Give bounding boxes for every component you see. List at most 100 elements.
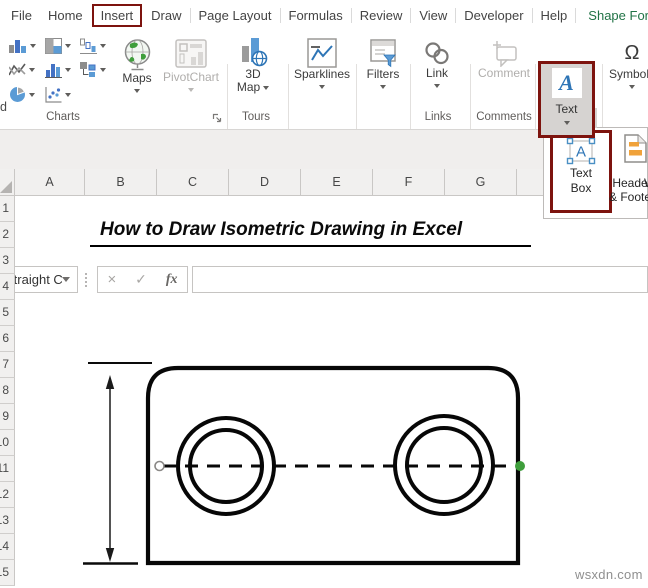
menu-bar: File Home Insert Draw Page Layout Formulas Rev… — [0, 0, 648, 30]
waterfall-chart-icon — [80, 38, 97, 54]
chevron-down-icon — [434, 84, 440, 88]
scatter-chart-icon — [45, 87, 62, 103]
text-box-a-glyph: A — [576, 144, 586, 161]
chevron-down-icon — [188, 88, 194, 92]
header-footer-label-line2[interactable]: & Footer — [606, 190, 648, 204]
pivotchart-label: PivotChart — [162, 70, 220, 84]
pivotchart-button[interactable]: PivotChart — [159, 38, 223, 92]
menu-separator — [575, 7, 577, 23]
watermark: wsxdn.com — [575, 567, 643, 582]
chevron-down-icon — [100, 68, 106, 72]
wordart-cropped-label[interactable]: W — [644, 176, 648, 190]
charts-group-label: Charts — [46, 111, 80, 123]
menu-tab-draw[interactable]: Draw — [143, 4, 189, 27]
chevron-down-icon — [65, 68, 71, 72]
links-group-label: Links — [424, 111, 452, 123]
column-header-C[interactable]: C — [157, 169, 229, 196]
menu-tab-file[interactable]: File — [3, 4, 40, 27]
link-icon — [425, 42, 449, 65]
chevron-down-icon — [134, 89, 140, 93]
pivotchart-icon — [175, 39, 207, 68]
menu-tab-page-layout[interactable]: Page Layout — [191, 4, 280, 27]
excel-window: File Home Insert Draw Page Layout Formulas Rev… — [0, 0, 648, 588]
text-button[interactable]: A Text — [538, 61, 595, 138]
insert-scatter-chart-button[interactable] — [45, 86, 71, 103]
line-chart-icon — [9, 63, 26, 76]
header-footer-icon[interactable] — [624, 134, 647, 163]
chevron-down-icon — [29, 68, 35, 72]
text-a-icon: A — [559, 70, 574, 95]
insert-hierarchy-chart-button[interactable] — [45, 38, 71, 54]
menu-tab-review[interactable]: Review — [352, 4, 411, 27]
pie-chart-icon — [10, 86, 26, 102]
text-icon-box: A — [551, 68, 582, 98]
comment-icon — [493, 41, 517, 67]
chevron-down-icon — [30, 44, 36, 48]
isometric-drawing — [83, 362, 525, 566]
text-box-label-line1: Text — [569, 166, 592, 180]
symbols-button[interactable]: Ω Symbols — [606, 38, 648, 89]
column-header-B[interactable]: B — [85, 169, 157, 196]
comment-label: Comment — [477, 66, 530, 80]
column-header-G[interactable]: G — [445, 169, 517, 196]
maps-button[interactable]: Maps — [114, 38, 160, 93]
menu-tab-formulas[interactable]: Formulas — [281, 4, 351, 27]
link-label: Link — [425, 66, 448, 80]
charts-dialog-launcher-icon[interactable] — [211, 112, 222, 123]
comment-button[interactable]: Comment — [476, 40, 532, 80]
chevron-down-icon — [629, 85, 635, 89]
symbols-label: Symbols — [608, 67, 648, 81]
symbols-icon-box: Ω — [617, 38, 647, 68]
3d-map-label-line2: Map — [236, 80, 261, 94]
insert-pie-chart-button[interactable] — [9, 86, 35, 103]
chevron-down-icon — [380, 85, 386, 89]
treemap-chart-icon — [45, 38, 62, 54]
chevron-down-icon — [65, 44, 71, 48]
insert-waterfall-chart-button[interactable] — [80, 38, 106, 54]
insert-line-chart-button[interactable] — [9, 62, 35, 78]
histogram-chart-icon — [45, 64, 62, 78]
line-end-handle-green[interactable] — [515, 461, 525, 471]
3d-map-button[interactable]: 3D Map — [231, 36, 275, 94]
column-chart-icon — [9, 40, 26, 53]
filters-button[interactable]: Filters — [360, 38, 406, 89]
insert-column-chart-button[interactable] — [9, 38, 36, 54]
link-button[interactable]: Link — [417, 40, 457, 88]
line-start-handle[interactable] — [154, 460, 165, 472]
sheet-title-text: How to Draw Isometric Drawing in Excel — [100, 219, 463, 240]
maps-label: Maps — [122, 71, 152, 85]
rounded-rectangle-shape[interactable] — [145, 365, 521, 566]
menu-tab-help[interactable]: Help — [533, 4, 576, 27]
sheet-title-block[interactable]: How to Draw Isometric Drawing in Excel — [90, 219, 531, 247]
menu-tab-developer[interactable]: Developer — [456, 4, 531, 27]
column-header-F[interactable]: F — [373, 169, 445, 196]
comments-group-label: Comments — [476, 111, 532, 123]
text-box-menu-item[interactable]: A Text Box — [550, 130, 612, 213]
arrowhead-up-icon — [105, 375, 115, 389]
tours-group-label: Tours — [241, 111, 271, 123]
column-header-E[interactable]: E — [301, 169, 373, 196]
text-dropdown-panel: A Text Box Header & Footer W — [543, 127, 648, 219]
chevron-down-icon — [319, 85, 325, 89]
chevron-down-icon — [263, 85, 270, 90]
menu-tab-home[interactable]: Home — [40, 4, 91, 27]
select-all-triangle-icon — [0, 181, 12, 193]
menu-tab-view[interactable]: View — [411, 4, 455, 27]
sparklines-button[interactable]: Sparklines — [292, 38, 352, 89]
chevron-down-icon — [100, 44, 106, 48]
menu-tab-shape-format[interactable]: Shape Format — [580, 4, 648, 27]
menu-tab-insert[interactable]: Insert — [91, 3, 143, 27]
text-label: Text — [555, 102, 578, 116]
arrowhead-down-icon — [105, 548, 115, 562]
chevron-down-icon — [65, 92, 71, 97]
column-header-D[interactable]: D — [229, 169, 301, 196]
column-header-A[interactable]: A — [15, 169, 85, 196]
select-all-corner[interactable] — [0, 169, 15, 196]
header-footer-label-line1[interactable]: Header — [608, 176, 648, 190]
insert-statistic-chart-button[interactable] — [45, 62, 71, 78]
insert-combo-chart-button[interactable] — [80, 62, 106, 78]
filters-icon — [370, 39, 396, 68]
ribbon-insert-tab: d Maps PivotChart 3D Map Sparklines Filt… — [0, 30, 648, 156]
sparklines-icon — [307, 38, 337, 68]
omega-icon: Ω — [624, 42, 640, 64]
